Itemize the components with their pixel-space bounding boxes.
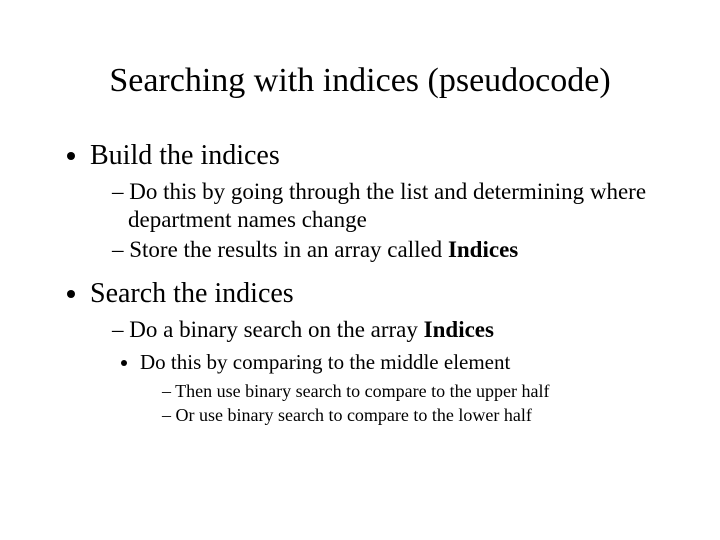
slide: Searching with indices (pseudocode) Buil…	[0, 0, 720, 540]
bullet-label: Search the indices	[90, 278, 294, 309]
bold-term-indices: Indices	[424, 317, 494, 342]
sub-item: – Do this by going through the list and …	[112, 178, 660, 234]
bullet-search-indices: Search the indices – Do a binary search …	[90, 278, 660, 427]
sub-item: – Store the results in an array called I…	[112, 236, 660, 264]
bullet-build-indices: Build the indices – Do this by going thr…	[90, 140, 660, 264]
slide-title: Searching with indices (pseudocode)	[60, 62, 660, 100]
deep-item: – Or use binary search to compare to the…	[162, 405, 660, 427]
sub-sub-label: Do this by comparing to the middle eleme…	[140, 350, 510, 374]
deep-list: – Then use binary search to compare to t…	[140, 381, 660, 427]
sub-list: – Do this by going through the list and …	[90, 178, 660, 264]
sub-item-text: – Store the results in an array called	[112, 237, 448, 262]
bullet-list: Build the indices – Do this by going thr…	[60, 140, 660, 427]
sub-sub-list: Do this by comparing to the middle eleme…	[112, 350, 660, 427]
sub-sub-item: Do this by comparing to the middle eleme…	[140, 350, 660, 427]
sub-item: – Do a binary search on the array Indice…	[112, 316, 660, 344]
bold-term-indices: Indices	[448, 237, 518, 262]
deep-item: – Then use binary search to compare to t…	[162, 381, 660, 403]
bullet-label: Build the indices	[90, 140, 280, 171]
sub-item-text: – Do a binary search on the array	[112, 317, 424, 342]
sub-list: – Do a binary search on the array Indice…	[90, 316, 660, 427]
